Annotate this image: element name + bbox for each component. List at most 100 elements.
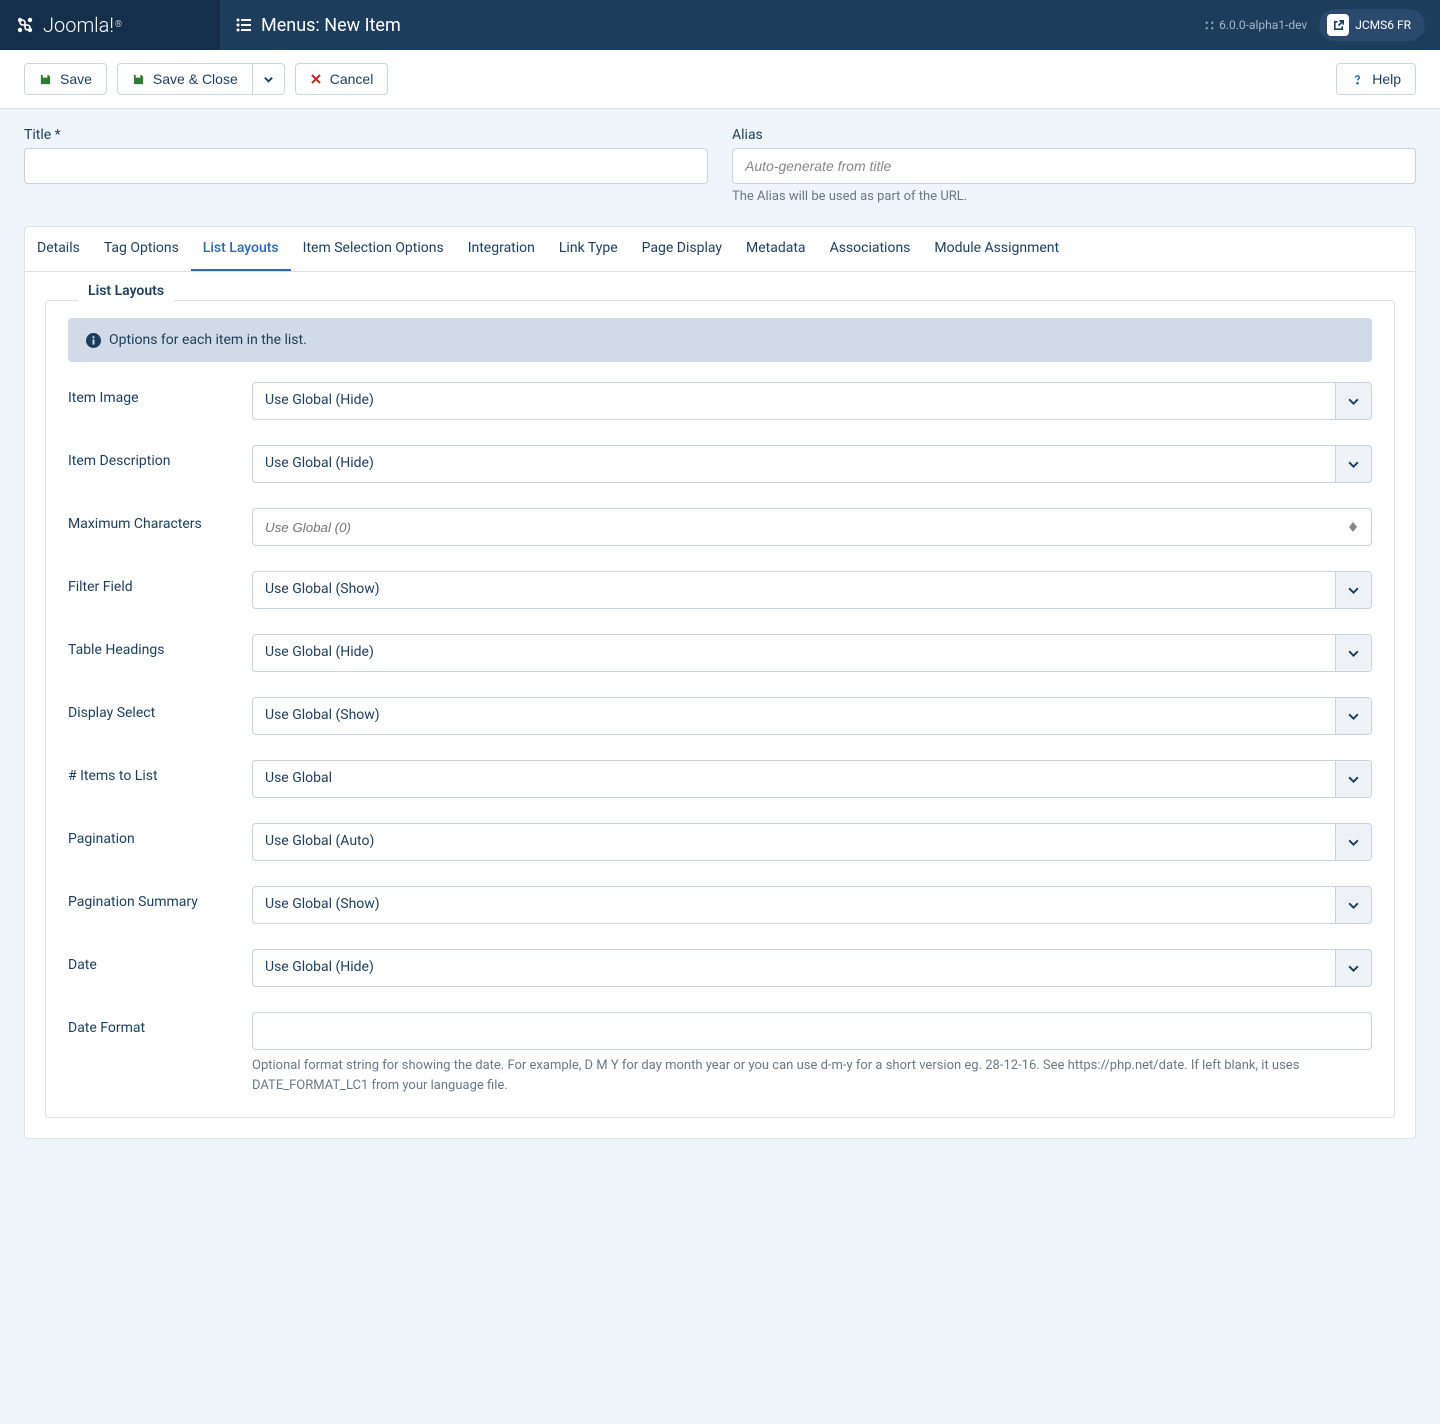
help-button[interactable]: Help xyxy=(1336,63,1416,95)
content-box: DetailsTag OptionsList LayoutsItem Selec… xyxy=(24,226,1416,1139)
external-link-icon xyxy=(1327,14,1349,36)
chevron-down-icon xyxy=(263,74,274,85)
tab-associations[interactable]: Associations xyxy=(818,227,923,271)
date-select[interactable]: Use Global (Hide) xyxy=(252,949,1372,987)
field-control-wrap xyxy=(252,508,1372,546)
field-label: Item Description xyxy=(68,445,252,469)
chevron-down-icon xyxy=(1335,698,1371,734)
field-label: Pagination xyxy=(68,823,252,847)
chevron-down-icon xyxy=(1335,572,1371,608)
joomla-icon xyxy=(15,15,35,35)
field-control-wrap: Use Global xyxy=(252,760,1372,798)
select-value: Use Global (Auto) xyxy=(253,824,1335,860)
date-format-input[interactable] xyxy=(252,1012,1372,1050)
field-control-wrap: Use Global (Hide) xyxy=(252,382,1372,420)
select-value: Use Global xyxy=(253,761,1335,797)
select-value: Use Global (Hide) xyxy=(253,950,1335,986)
fieldset-legend: List Layouts xyxy=(78,283,174,299)
alias-field-wrap: Alias The Alias will be used as part of … xyxy=(732,127,1416,204)
tab-details[interactable]: Details xyxy=(25,227,92,271)
field-label: Display Select xyxy=(68,697,252,721)
chevron-down-icon xyxy=(1335,950,1371,986)
save-close-button[interactable]: Save & Close xyxy=(117,63,252,95)
field-control-wrap: Use Global (Show) xyxy=(252,571,1372,609)
field-row-table-headings: Table HeadingsUse Global (Hide) xyxy=(68,634,1372,672)
field-row-date-format: Date FormatOptional format string for sh… xyxy=(68,1012,1372,1095)
field-label: Table Headings xyxy=(68,634,252,658)
title-label: Title * xyxy=(24,127,708,143)
tab-tag-options[interactable]: Tag Options xyxy=(92,227,191,271)
help-icon xyxy=(1351,73,1364,86)
field-label: Pagination Summary xyxy=(68,886,252,910)
cancel-button[interactable]: Cancel xyxy=(295,63,389,95)
number-field[interactable] xyxy=(253,511,1349,544)
alias-label: Alias xyxy=(732,127,1416,143)
field-row-date: DateUse Global (Hide) xyxy=(68,949,1372,987)
chevron-down-icon xyxy=(1335,383,1371,419)
item-description-select[interactable]: Use Global (Hide) xyxy=(252,445,1372,483)
toolbar: Save Save & Close Cancel Help xyxy=(0,50,1440,109)
chevron-down-icon xyxy=(1335,824,1371,860)
alert-text: Options for each item in the list. xyxy=(109,332,307,348)
tab-module-assignment[interactable]: Module Assignment xyxy=(922,227,1071,271)
select-value: Use Global (Hide) xyxy=(253,383,1335,419)
list-layouts-fieldset: List Layouts Options for each item in th… xyxy=(45,292,1395,1118)
tab-page-display[interactable]: Page Display xyxy=(630,227,734,271)
field-row-display-select: Display SelectUse Global (Show) xyxy=(68,697,1372,735)
cancel-label: Cancel xyxy=(330,71,374,87)
chevron-down-icon xyxy=(1335,635,1371,671)
select-value: Use Global (Hide) xyxy=(253,635,1335,671)
tab-metadata[interactable]: Metadata xyxy=(734,227,818,271)
title-input[interactable] xyxy=(24,148,708,184)
chevron-down-icon xyxy=(1335,761,1371,797)
pagination-select[interactable]: Use Global (Auto) xyxy=(252,823,1372,861)
version-text: 6.0.0-alpha1-dev xyxy=(1219,18,1307,32)
save-button[interactable]: Save xyxy=(24,63,107,95)
app-header: Joomla! ® Menus: New Item 6.0.0-alpha1-d… xyxy=(0,0,1440,50)
select-value: Use Global (Show) xyxy=(253,698,1335,734)
alias-input[interactable] xyxy=(732,148,1416,184)
help-text: Optional format string for showing the d… xyxy=(252,1056,1372,1095)
field-label: # Items to List xyxy=(68,760,252,784)
filter-field-select[interactable]: Use Global (Show) xyxy=(252,571,1372,609)
tab-item-selection-options[interactable]: Item Selection Options xyxy=(291,227,456,271)
items-to-list-select[interactable]: Use Global xyxy=(252,760,1372,798)
select-value: Use Global (Show) xyxy=(253,887,1335,923)
save-close-label: Save & Close xyxy=(153,71,238,87)
field-row-max-chars: Maximum Characters xyxy=(68,508,1372,546)
tab-link-type[interactable]: Link Type xyxy=(547,227,630,271)
save-icon xyxy=(39,73,52,86)
save-close-group: Save & Close xyxy=(117,63,285,95)
table-headings-select[interactable]: Use Global (Hide) xyxy=(252,634,1372,672)
field-label: Filter Field xyxy=(68,571,252,595)
tab-list-layouts[interactable]: List Layouts xyxy=(191,227,291,271)
field-label: Item Image xyxy=(68,382,252,406)
field-control-wrap: Use Global (Auto) xyxy=(252,823,1372,861)
tab-integration[interactable]: Integration xyxy=(456,227,547,271)
chevron-down-icon xyxy=(1335,446,1371,482)
save-dropdown-button[interactable] xyxy=(252,63,285,95)
max-chars-input[interactable] xyxy=(252,508,1372,546)
select-value: Use Global (Hide) xyxy=(253,446,1335,482)
field-control-wrap: Use Global (Hide) xyxy=(252,949,1372,987)
save-icon xyxy=(132,73,145,86)
close-icon xyxy=(310,73,322,85)
chevron-down-icon xyxy=(1335,887,1371,923)
info-icon xyxy=(86,333,101,348)
field-row-item-description: Item DescriptionUse Global (Hide) xyxy=(68,445,1372,483)
spinner-icon[interactable] xyxy=(1349,522,1371,532)
pagination-summary-select[interactable]: Use Global (Show) xyxy=(252,886,1372,924)
field-control-wrap: Optional format string for showing the d… xyxy=(252,1012,1372,1095)
field-control-wrap: Use Global (Hide) xyxy=(252,445,1372,483)
user-menu[interactable]: JCMS6 FR xyxy=(1319,9,1425,41)
version-badge[interactable]: 6.0.0-alpha1-dev xyxy=(1204,18,1307,32)
brand-logo[interactable]: Joomla! ® xyxy=(15,13,122,37)
display-select-select[interactable]: Use Global (Show) xyxy=(252,697,1372,735)
title-section: Title * Alias The Alias will be used as … xyxy=(0,109,1440,216)
page-title: Menus: New Item xyxy=(261,15,401,36)
info-alert: Options for each item in the list. xyxy=(68,318,1372,362)
item-image-select[interactable]: Use Global (Hide) xyxy=(252,382,1372,420)
field-control-wrap: Use Global (Show) xyxy=(252,886,1372,924)
field-control-wrap: Use Global (Show) xyxy=(252,697,1372,735)
field-label: Maximum Characters xyxy=(68,508,252,532)
